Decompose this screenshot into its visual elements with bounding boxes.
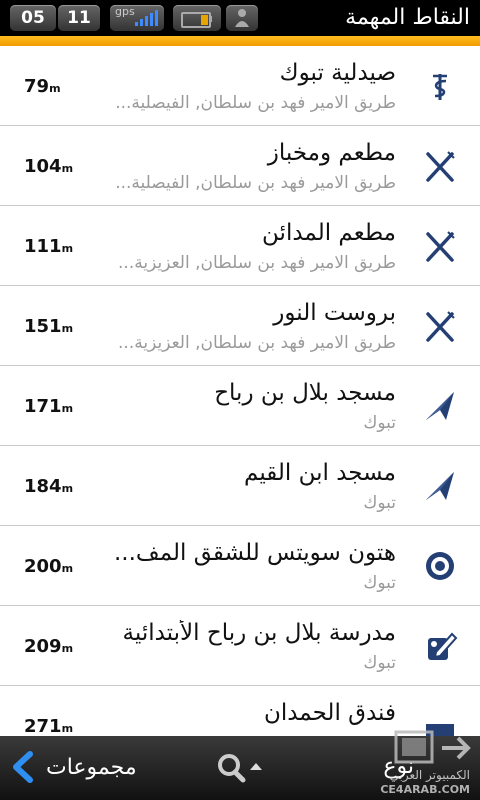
poi-address: طريق الامير فهد بن سلطان, العزيزية...: [118, 253, 396, 273]
list-item[interactable]: 111m مطعم المدائن طريق الامير فهد بن سلط…: [0, 206, 480, 286]
list-item[interactable]: 200m هتون سويتس للشقق المف... تبوك: [0, 526, 480, 606]
poi-address: تبوك: [363, 653, 396, 673]
gps-label: gps: [115, 5, 135, 18]
poi-address: طريق الامير فهد بن سلطان, العزيزية...: [118, 333, 396, 353]
groups-button[interactable]: مجموعات: [10, 750, 137, 784]
target-icon: [426, 552, 454, 580]
clock-minute: 11: [58, 5, 100, 31]
search-icon: [218, 754, 262, 783]
gps-signal-icon: gps: [110, 5, 164, 31]
poi-list[interactable]: 79m صيدلية تبوك طريق الامير فهد بن سلطان…: [0, 46, 480, 736]
list-item[interactable]: 209m مدرسة بلال بن رباح الأبتدائية تبوك: [0, 606, 480, 686]
poi-name: مدرسة بلال بن رباح الأبتدائية: [122, 620, 396, 646]
poi-name: مسجد ابن القيم: [244, 460, 396, 486]
poi-name: فندق الحمدان: [263, 700, 396, 726]
battery-icon: [173, 5, 221, 31]
poi-address: تبوك: [363, 573, 396, 593]
watermark-url: CE4ARAB.COM: [380, 783, 470, 796]
mosque-icon: [426, 472, 454, 500]
poi-address: طريق الامير فهد بن سلطان, الفيصلية...: [115, 173, 396, 193]
poi-name: مطعم ومخباز: [267, 140, 396, 166]
clock-hour: 05: [10, 5, 56, 31]
poi-name: مسجد بلال بن رباح: [214, 380, 396, 406]
poi-address: طريق الامير فهد بن سلطان, الفيصلية...: [115, 93, 396, 113]
restaurant-icon: [426, 311, 455, 342]
poi-address: تبوك: [363, 413, 396, 433]
page-title: النقاط المهمة: [345, 5, 470, 30]
poi-name: بروست النور: [273, 300, 396, 326]
list-item[interactable]: 79m صيدلية تبوك طريق الامير فهد بن سلطان…: [0, 46, 480, 126]
watermark-logo: الكمبيوتر العربي CE4ARAB.COM: [372, 728, 476, 798]
list-item[interactable]: 151m بروست النور طريق الامير فهد بن سلطا…: [0, 286, 480, 366]
mosque-icon: [426, 392, 454, 420]
restaurant-icon: [426, 231, 455, 262]
pharmacy-icon: [433, 74, 447, 100]
poi-address: تبوك: [363, 493, 396, 513]
restaurant-icon: [426, 151, 455, 182]
back-arrow-icon: [13, 751, 33, 783]
poi-name: صيدلية تبوك: [279, 60, 396, 86]
profile-icon[interactable]: [226, 5, 258, 31]
list-item[interactable]: 104m مطعم ومخباز طريق الامير فهد بن سلطا…: [0, 126, 480, 206]
list-item[interactable]: 184m مسجد ابن القيم تبوك: [0, 446, 480, 526]
search-button[interactable]: [216, 752, 268, 788]
poi-name: مطعم المدائن: [262, 220, 396, 246]
poi-name: هتون سويتس للشقق المف...: [114, 540, 396, 566]
watermark-arabic: الكمبيوتر العربي: [389, 768, 470, 782]
status-bar: 05 11 gps النقاط المهمة: [0, 0, 480, 36]
accent-divider: [0, 36, 480, 46]
groups-label: مجموعات: [46, 754, 137, 780]
list-item[interactable]: 171m مسجد بلال بن رباح تبوك: [0, 366, 480, 446]
school-icon: [428, 632, 458, 660]
